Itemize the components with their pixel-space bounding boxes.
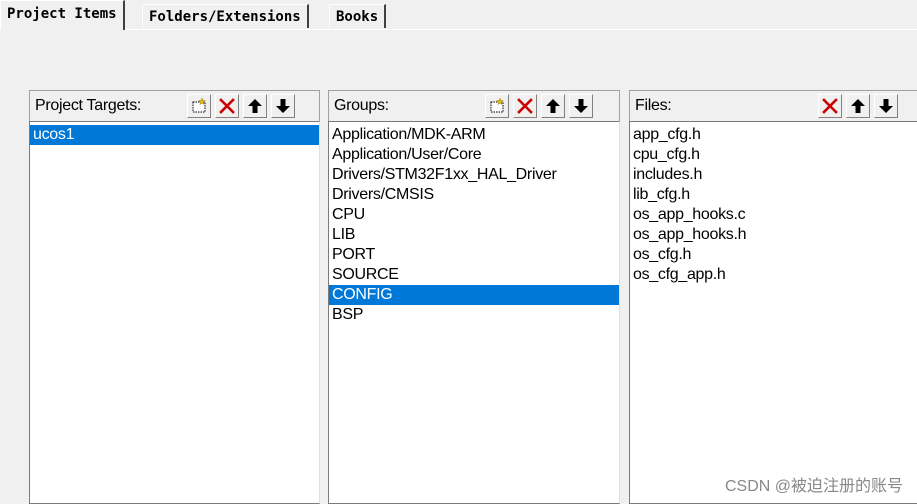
file-item[interactable]: includes.h — [630, 165, 917, 185]
file-item[interactable]: app_cfg.h — [630, 125, 917, 145]
groups-list[interactable]: Application/MDK-ARM Application/User/Cor… — [328, 121, 620, 504]
delete-group-button[interactable] — [513, 94, 537, 118]
delete-icon — [219, 98, 235, 114]
groups-header: Groups: — [328, 90, 620, 121]
group-item[interactable]: Drivers/CMSIS — [329, 185, 619, 205]
file-item[interactable]: os_cfg_app.h — [630, 265, 917, 285]
move-down-icon — [879, 99, 893, 113]
files-title: Files: — [635, 97, 672, 114]
move-up-icon — [851, 99, 865, 113]
project-targets-list[interactable]: ucos1 — [29, 121, 320, 504]
files-header: Files: — [629, 90, 917, 121]
file-item[interactable]: os_app_hooks.c — [630, 205, 917, 225]
move-up-icon — [248, 99, 262, 113]
project-targets-header: Project Targets: — [29, 90, 320, 121]
groups-title: Groups: — [334, 97, 389, 114]
watermark: CSDN @被迫注册的账号 — [724, 478, 903, 495]
move-file-up-button[interactable] — [846, 94, 870, 118]
move-group-down-button[interactable] — [569, 94, 593, 118]
group-item[interactable]: Application/User/Core — [329, 145, 619, 165]
delete-icon — [822, 98, 838, 114]
tab-books[interactable]: Books — [329, 4, 387, 28]
delete-file-button[interactable] — [818, 94, 842, 118]
group-item[interactable]: Application/MDK-ARM — [329, 125, 619, 145]
project-targets-panel: Project Targets: ucos1 — [29, 90, 320, 504]
groups-toolbar — [481, 94, 593, 118]
move-up-icon — [546, 99, 560, 113]
new-icon — [192, 98, 207, 113]
tab-divider — [0, 29, 917, 30]
group-item[interactable]: PORT — [329, 245, 619, 265]
groups-panel: Groups: Application/MDK-ARM Application/… — [328, 90, 620, 504]
files-panel: Files: app_cfg.h cpu_cfg.h includes.h li… — [629, 90, 917, 504]
delete-target-button[interactable] — [215, 94, 239, 118]
file-item[interactable]: cpu_cfg.h — [630, 145, 917, 165]
group-item[interactable]: Drivers/STM32F1xx_HAL_Driver — [329, 165, 619, 185]
new-target-button[interactable] — [187, 94, 211, 118]
group-item[interactable]: CPU — [329, 205, 619, 225]
files-toolbar — [814, 94, 898, 118]
group-item[interactable]: LIB — [329, 225, 619, 245]
move-target-up-button[interactable] — [243, 94, 267, 118]
group-item[interactable]: SOURCE — [329, 265, 619, 285]
move-down-icon — [574, 99, 588, 113]
group-item[interactable]: BSP — [329, 305, 619, 325]
file-item[interactable]: os_cfg.h — [630, 245, 917, 265]
target-item-ucos1[interactable]: ucos1 — [30, 125, 319, 145]
move-group-up-button[interactable] — [541, 94, 565, 118]
move-target-down-button[interactable] — [271, 94, 295, 118]
tab-bar: Project Items Folders/Extensions Books — [0, 0, 917, 30]
project-targets-toolbar — [183, 94, 295, 118]
tab-folders-extensions[interactable]: Folders/Extensions — [142, 4, 309, 28]
project-targets-title: Project Targets: — [35, 97, 142, 114]
new-group-button[interactable] — [485, 94, 509, 118]
files-list[interactable]: app_cfg.h cpu_cfg.h includes.h lib_cfg.h… — [629, 121, 917, 504]
tab-project-items[interactable]: Project Items — [0, 0, 125, 30]
move-down-icon — [276, 99, 290, 113]
group-item-selected[interactable]: CONFIG — [329, 285, 619, 305]
new-icon — [490, 98, 505, 113]
move-file-down-button[interactable] — [874, 94, 898, 118]
file-item[interactable]: lib_cfg.h — [630, 185, 917, 205]
delete-icon — [517, 98, 533, 114]
file-item[interactable]: os_app_hooks.h — [630, 225, 917, 245]
